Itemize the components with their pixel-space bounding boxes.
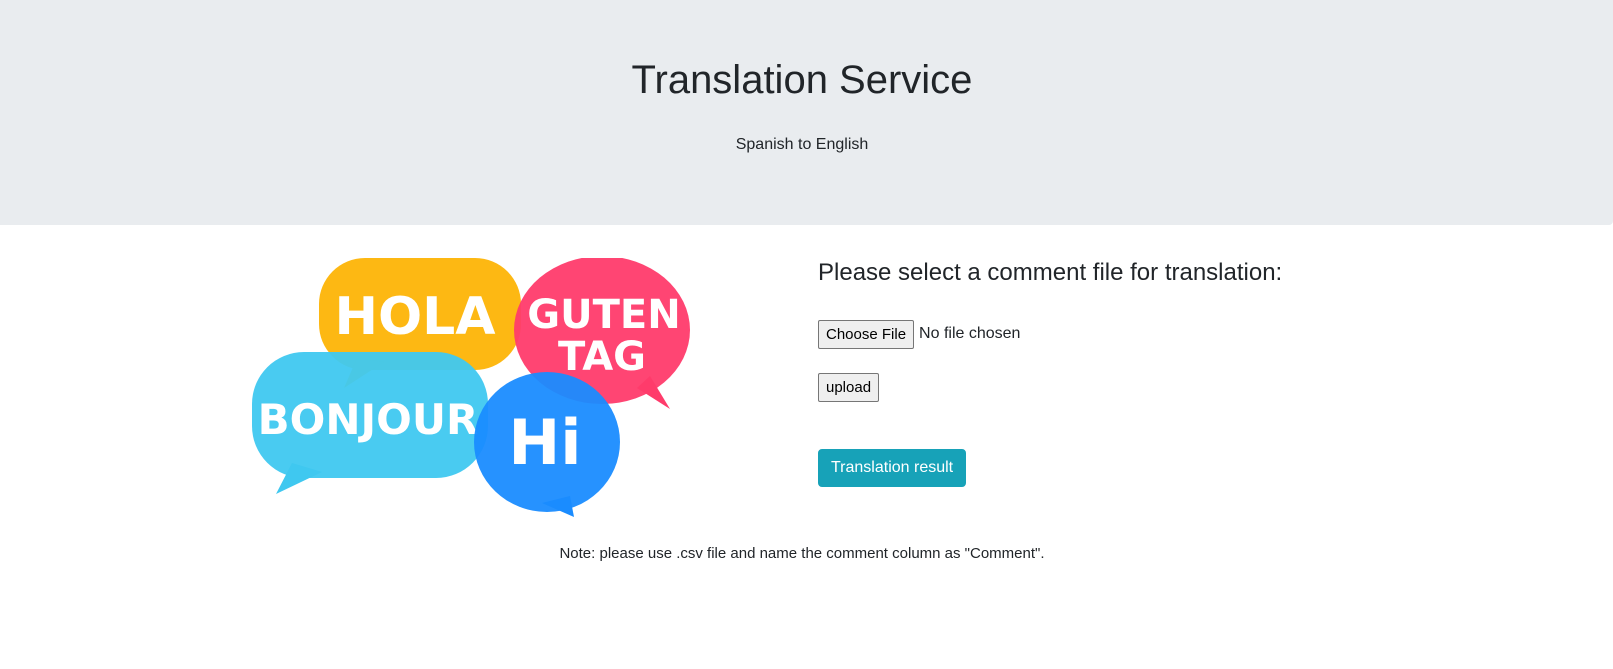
speech-bubbles-illustration: HOLA GUTEN TAG BONJOUR Hi (252, 258, 690, 517)
upload-row: upload (818, 373, 880, 402)
page-subtitle: Spanish to English (735, 136, 869, 153)
tag-bubble-text: TAG (558, 334, 646, 380)
form-heading: Please select a comment file for transla… (818, 259, 1283, 286)
hi-bubble-text: Hi (508, 406, 581, 479)
bonjour-bubble: BONJOUR (252, 352, 488, 494)
bonjour-bubble-text: BONJOUR (258, 395, 479, 444)
file-input[interactable]: Choose File No file chosen (818, 319, 1020, 349)
hola-bubble-text: HOLA (334, 287, 495, 347)
header-jumbotron: Translation Service Spanish to English (0, 0, 1613, 225)
hi-bubble: Hi (474, 372, 620, 517)
upload-form: Please select a comment file for transla… (818, 256, 1518, 487)
csv-note: Note: please use .csv file and name the … (559, 545, 1045, 562)
page-title: Translation Service (631, 58, 973, 102)
choose-file-button[interactable]: Choose File (818, 319, 915, 349)
upload-button[interactable]: upload (818, 373, 880, 402)
translation-result-button[interactable]: Translation result (818, 449, 967, 487)
file-status-text: No file chosen (919, 325, 1021, 342)
guten-bubble-text: GUTEN (527, 292, 680, 338)
